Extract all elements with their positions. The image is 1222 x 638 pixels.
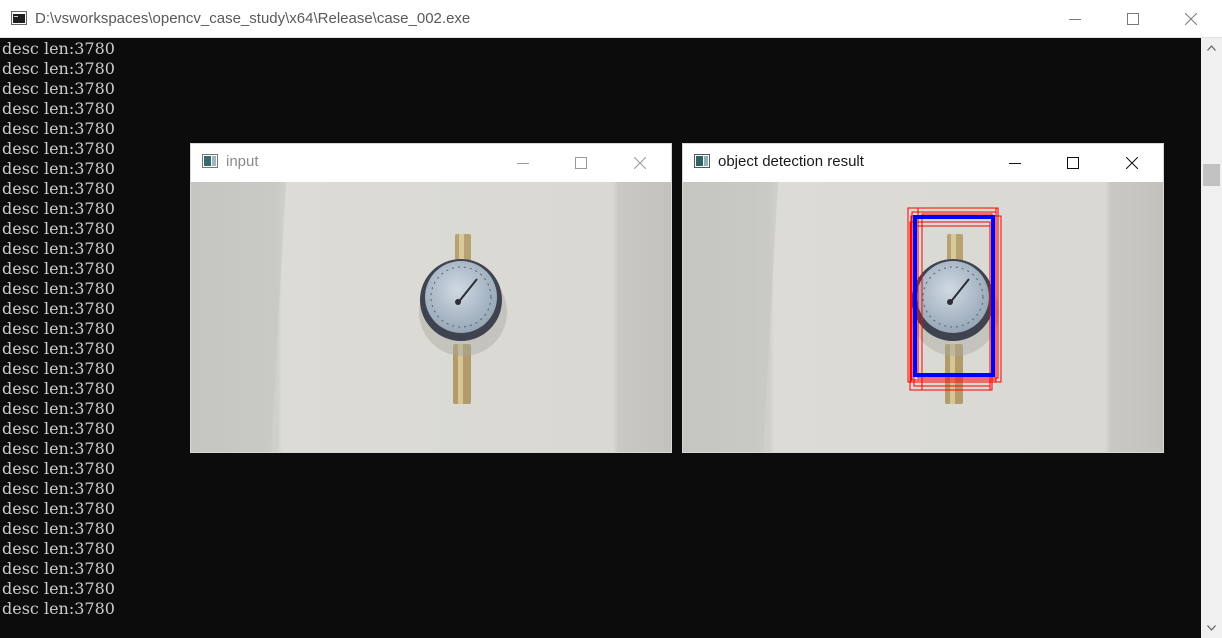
console-line: desc len:3780	[2, 559, 115, 578]
maximize-button[interactable]	[1104, 0, 1162, 38]
scroll-down-button[interactable]	[1201, 618, 1222, 638]
console-line: desc len:3780	[2, 499, 115, 518]
console-line: desc len:3780	[2, 39, 115, 58]
result-window[interactable]: object detection result	[683, 144, 1163, 452]
input-window-title-bar[interactable]: input	[191, 144, 671, 182]
input-maximize-button[interactable]	[552, 144, 610, 182]
minimize-icon	[517, 163, 529, 164]
minimize-icon	[1009, 163, 1021, 164]
console-line: desc len:3780	[2, 579, 115, 598]
minimize-button[interactable]	[1046, 0, 1104, 38]
image-window-icon	[694, 154, 710, 168]
console-line: desc len:3780	[2, 539, 115, 558]
input-image	[191, 182, 671, 452]
result-window-title-bar[interactable]: object detection result	[683, 144, 1163, 182]
input-window[interactable]: input	[191, 144, 671, 452]
result-window-title: object detection result	[718, 153, 864, 170]
console-title-bar[interactable]: D:\vsworkspaces\opencv_case_study\x64\Re…	[0, 0, 1222, 38]
close-icon	[634, 157, 646, 169]
scroll-thumb[interactable]	[1203, 164, 1220, 186]
close-icon	[1185, 13, 1197, 25]
console-line: desc len:3780	[2, 519, 115, 538]
console-line: desc len:3780	[2, 459, 115, 478]
console-app-icon	[11, 11, 27, 25]
close-button[interactable]	[1162, 0, 1220, 38]
result-minimize-button[interactable]	[986, 144, 1044, 182]
image-window-icon	[202, 154, 218, 168]
maximize-icon	[1127, 13, 1139, 25]
close-icon	[1126, 157, 1138, 169]
detection-result-photo	[683, 182, 1163, 452]
console-line: desc len:3780	[2, 59, 115, 78]
console-line: desc len:3780	[2, 99, 115, 118]
minimize-icon	[1069, 19, 1081, 20]
result-image	[683, 182, 1163, 452]
pressure-gauge-photo	[191, 182, 671, 452]
console-line: desc len:3780	[2, 79, 115, 98]
scroll-up-button[interactable]	[1201, 38, 1222, 58]
vertical-scrollbar[interactable]	[1201, 38, 1222, 638]
scroll-down-icon	[1207, 625, 1216, 631]
maximize-icon	[575, 157, 587, 169]
console-line: desc len:3780	[2, 599, 115, 618]
result-maximize-button[interactable]	[1044, 144, 1102, 182]
maximize-icon	[1067, 157, 1079, 169]
scroll-up-icon	[1207, 45, 1216, 51]
input-minimize-button[interactable]	[494, 144, 552, 182]
result-close-button[interactable]	[1103, 144, 1161, 182]
console-line: desc len:3780	[2, 119, 115, 138]
window-title: D:\vsworkspaces\opencv_case_study\x64\Re…	[35, 10, 471, 27]
input-close-button[interactable]	[611, 144, 669, 182]
input-window-title: input	[226, 153, 259, 170]
console-line: desc len:3780	[2, 479, 115, 498]
